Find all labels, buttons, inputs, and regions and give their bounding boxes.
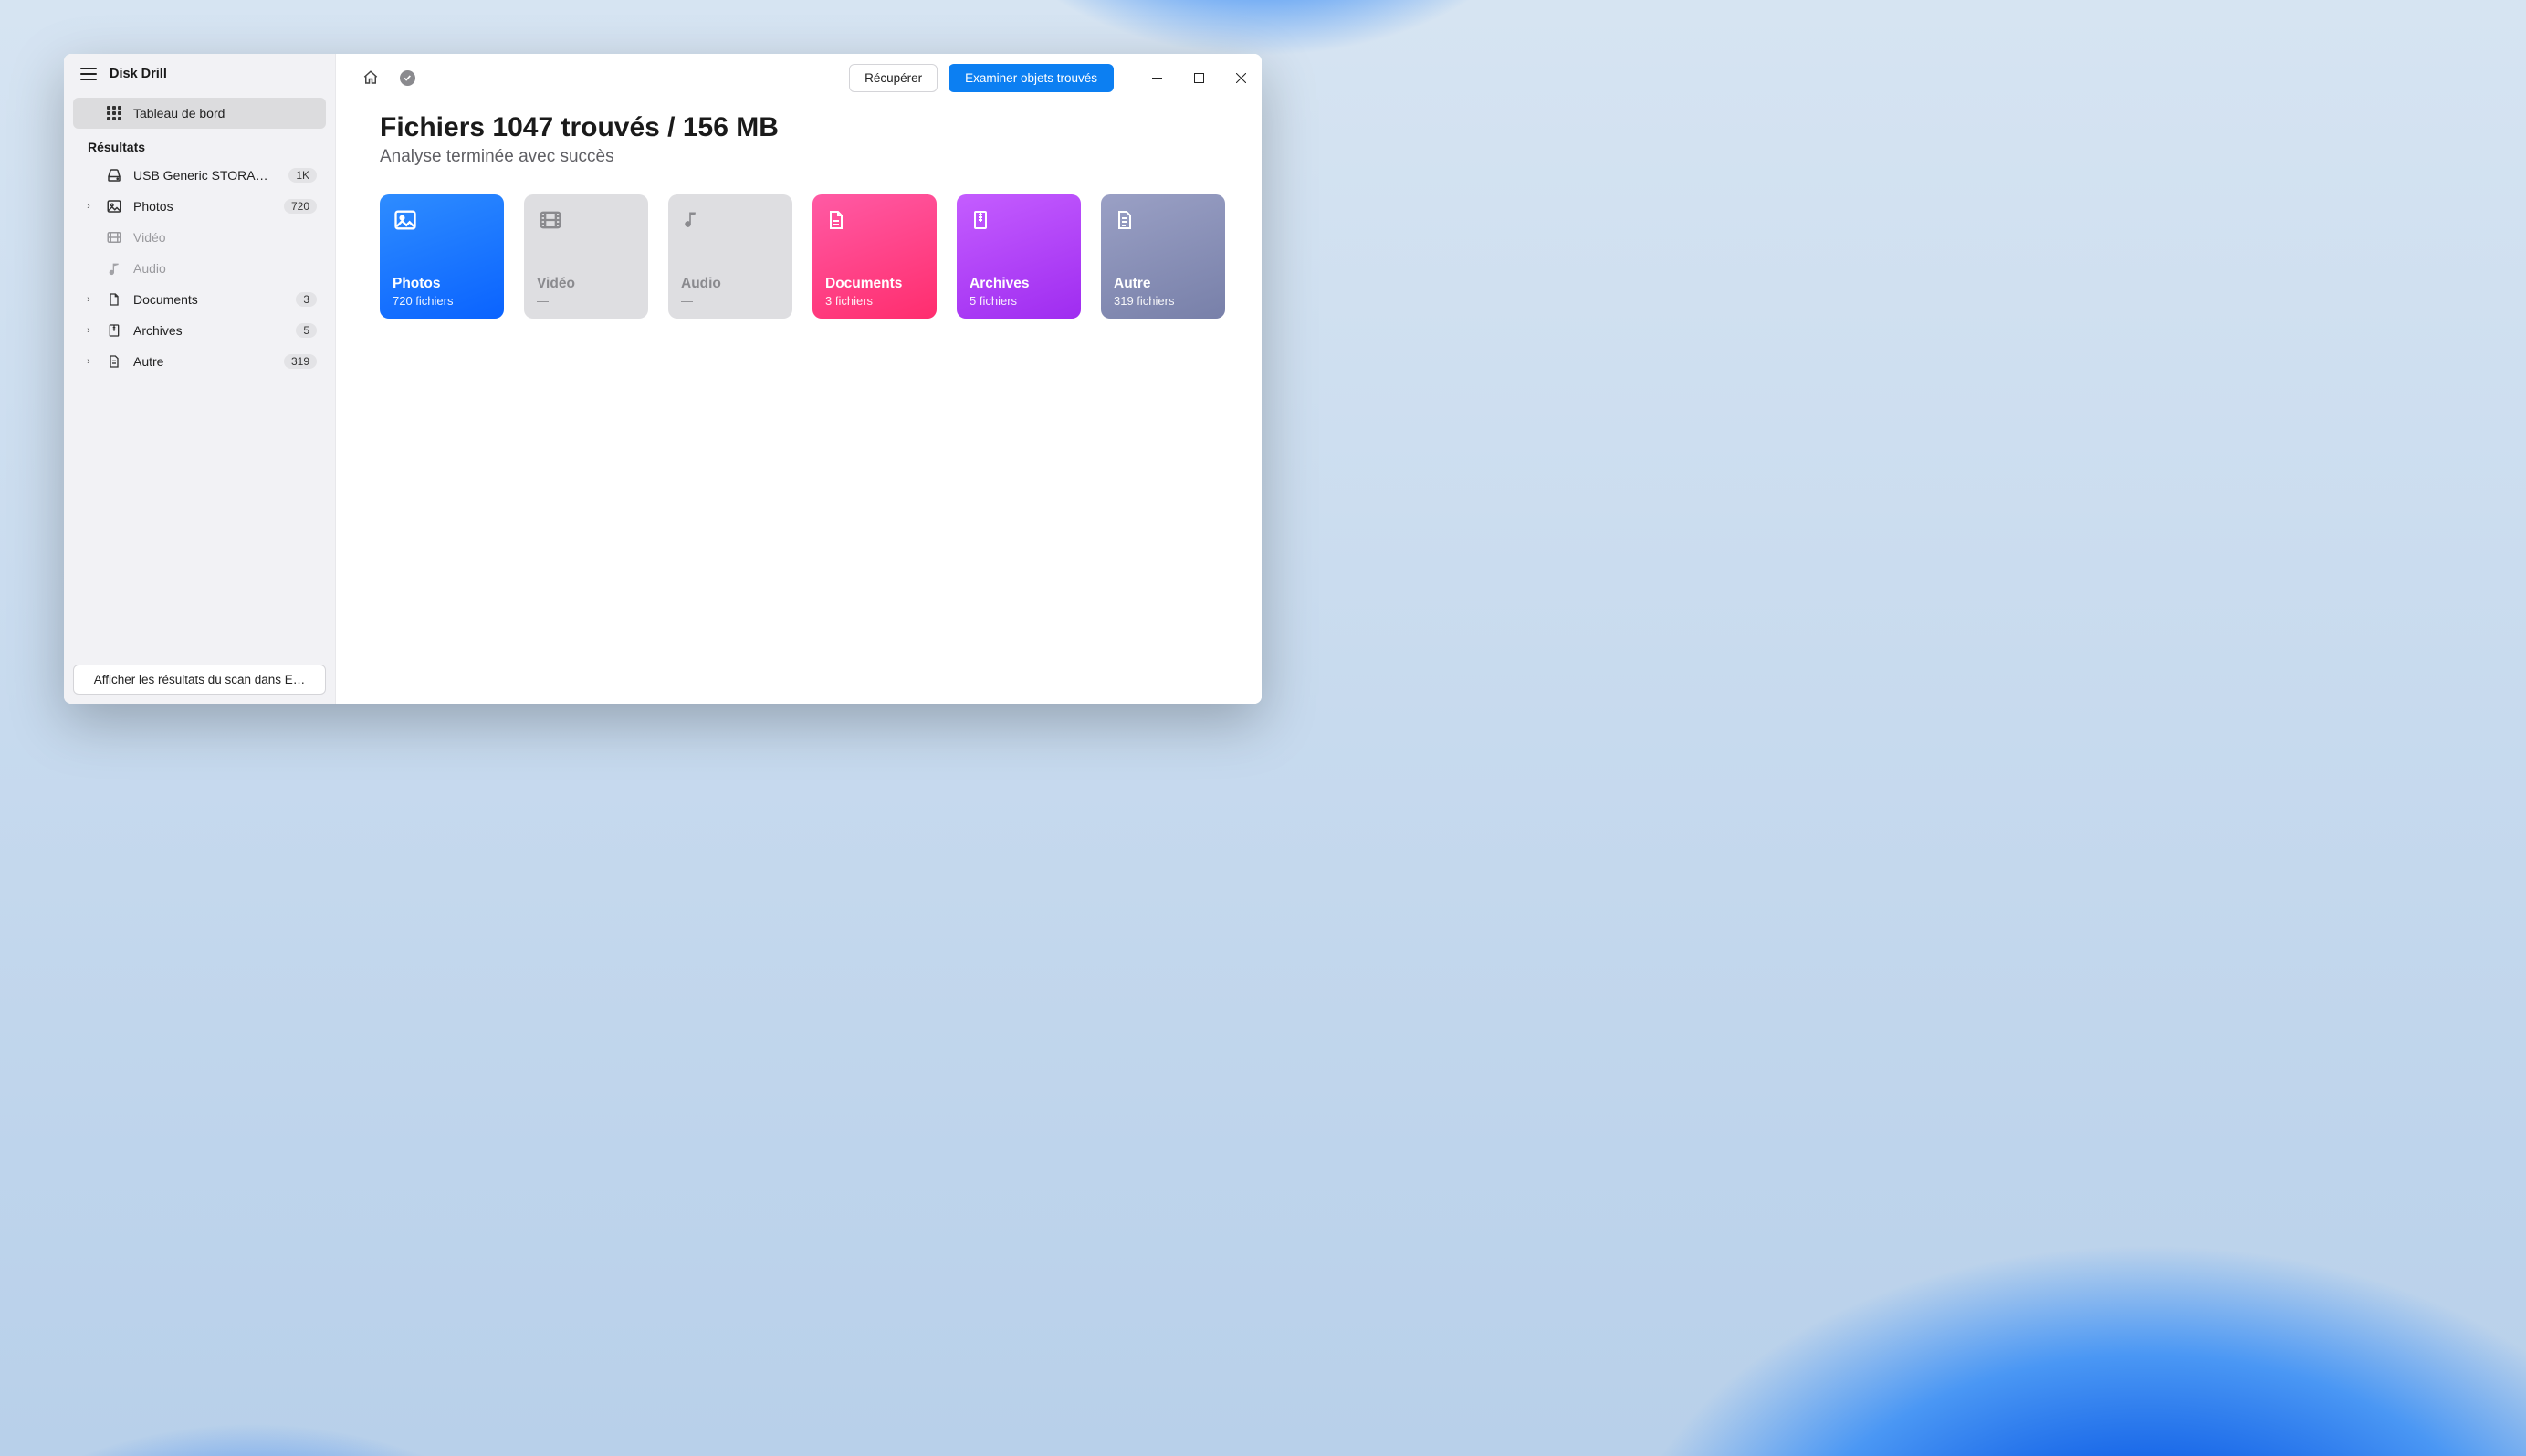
card-sub: — — [681, 294, 780, 308]
card-sub: 5 fichiers — [970, 294, 1068, 308]
file-icon — [106, 353, 122, 370]
card-photos[interactable]: Photos 720 fichiers — [380, 194, 504, 319]
sidebar-item-label: Autre — [133, 354, 273, 369]
checkmark-icon — [400, 70, 415, 86]
card-sub: — — [537, 294, 635, 308]
video-icon — [537, 207, 562, 233]
chevron-right-icon: › — [82, 201, 95, 212]
sidebar-nav: › Tableau de bord Résultats › USB Generi… — [64, 92, 335, 377]
video-icon — [106, 229, 122, 246]
card-title: Photos — [393, 276, 491, 292]
count-badge: 720 — [284, 199, 317, 214]
sidebar-item-label: Documents — [133, 292, 285, 307]
menu-icon[interactable] — [80, 68, 97, 80]
count-badge: 3 — [296, 292, 317, 307]
document-icon — [106, 291, 122, 308]
sidebar: Disk Drill › Tableau de bord Résultats ›… — [64, 54, 336, 704]
sidebar-item-audio[interactable]: › Audio — [73, 253, 326, 284]
sidebar-footer: Afficher les résultats du scan dans E… — [64, 655, 335, 704]
dashboard-icon — [106, 105, 122, 121]
home-button[interactable] — [358, 65, 383, 90]
scan-status-button[interactable] — [394, 65, 420, 90]
content-area: Fichiers 1047 trouvés / 156 MB Analyse t… — [336, 101, 1262, 319]
chevron-right-icon: › — [82, 356, 95, 367]
main-pane: Récupérer Examiner objets trouvés Fichie… — [336, 54, 1262, 704]
card-other[interactable]: Autre 319 fichiers — [1101, 194, 1225, 319]
sidebar-item-label: Tableau de bord — [133, 106, 317, 120]
toolbar: Récupérer Examiner objets trouvés — [336, 54, 1262, 101]
recover-button[interactable]: Récupérer — [849, 64, 938, 92]
sidebar-section-results: Résultats — [73, 129, 326, 160]
card-title: Audio — [681, 276, 780, 292]
results-subhead: Analyse terminée avec succès — [380, 147, 1225, 167]
drive-icon — [106, 167, 122, 183]
image-icon — [106, 198, 122, 215]
close-button[interactable] — [1220, 63, 1262, 92]
sidebar-item-label: USB Generic STORAGE D… — [133, 168, 278, 183]
sidebar-item-dashboard[interactable]: › Tableau de bord — [73, 98, 326, 129]
music-note-icon — [681, 207, 707, 233]
image-icon — [393, 207, 418, 233]
sidebar-item-other[interactable]: › Autre 319 — [73, 346, 326, 377]
music-note-icon — [106, 260, 122, 277]
card-video: Vidéo — — [524, 194, 648, 319]
app-title: Disk Drill — [110, 67, 167, 81]
archive-icon — [106, 322, 122, 339]
count-badge: 1K — [288, 168, 317, 183]
window-controls — [1136, 63, 1262, 92]
sidebar-item-label: Audio — [133, 261, 317, 276]
card-title: Vidéo — [537, 276, 635, 292]
sidebar-item-archives[interactable]: › Archives 5 — [73, 315, 326, 346]
examine-button[interactable]: Examiner objets trouvés — [949, 64, 1114, 92]
sidebar-item-photos[interactable]: › Photos 720 — [73, 191, 326, 222]
card-sub: 720 fichiers — [393, 294, 491, 308]
card-title: Autre — [1114, 276, 1212, 292]
minimize-button[interactable] — [1136, 63, 1178, 92]
sidebar-item-documents[interactable]: › Documents 3 — [73, 284, 326, 315]
card-title: Archives — [970, 276, 1068, 292]
card-sub: 319 fichiers — [1114, 294, 1212, 308]
card-documents[interactable]: Documents 3 fichiers — [812, 194, 937, 319]
app-window: Disk Drill › Tableau de bord Résultats ›… — [64, 54, 1262, 704]
sidebar-item-video[interactable]: › Vidéo — [73, 222, 326, 253]
show-in-explorer-button[interactable]: Afficher les résultats du scan dans E… — [73, 665, 326, 695]
maximize-button[interactable] — [1178, 63, 1220, 92]
card-audio: Audio — — [668, 194, 792, 319]
sidebar-item-label: Vidéo — [133, 230, 317, 245]
results-headline: Fichiers 1047 trouvés / 156 MB — [380, 112, 1225, 143]
card-title: Documents — [825, 276, 924, 292]
document-icon — [825, 207, 851, 233]
count-badge: 319 — [284, 354, 317, 369]
chevron-right-icon: › — [82, 325, 95, 336]
sidebar-item-label: Photos — [133, 199, 273, 214]
sidebar-item-device[interactable]: › USB Generic STORAGE D… 1K — [73, 160, 326, 191]
chevron-right-icon: › — [82, 294, 95, 305]
sidebar-item-label: Archives — [133, 323, 285, 338]
count-badge: 5 — [296, 323, 317, 338]
archive-icon — [970, 207, 995, 233]
category-cards: Photos 720 fichiers Vidéo — Audio — [380, 194, 1225, 319]
file-icon — [1114, 207, 1139, 233]
card-archives[interactable]: Archives 5 fichiers — [957, 194, 1081, 319]
card-sub: 3 fichiers — [825, 294, 924, 308]
sidebar-header: Disk Drill — [64, 54, 335, 92]
